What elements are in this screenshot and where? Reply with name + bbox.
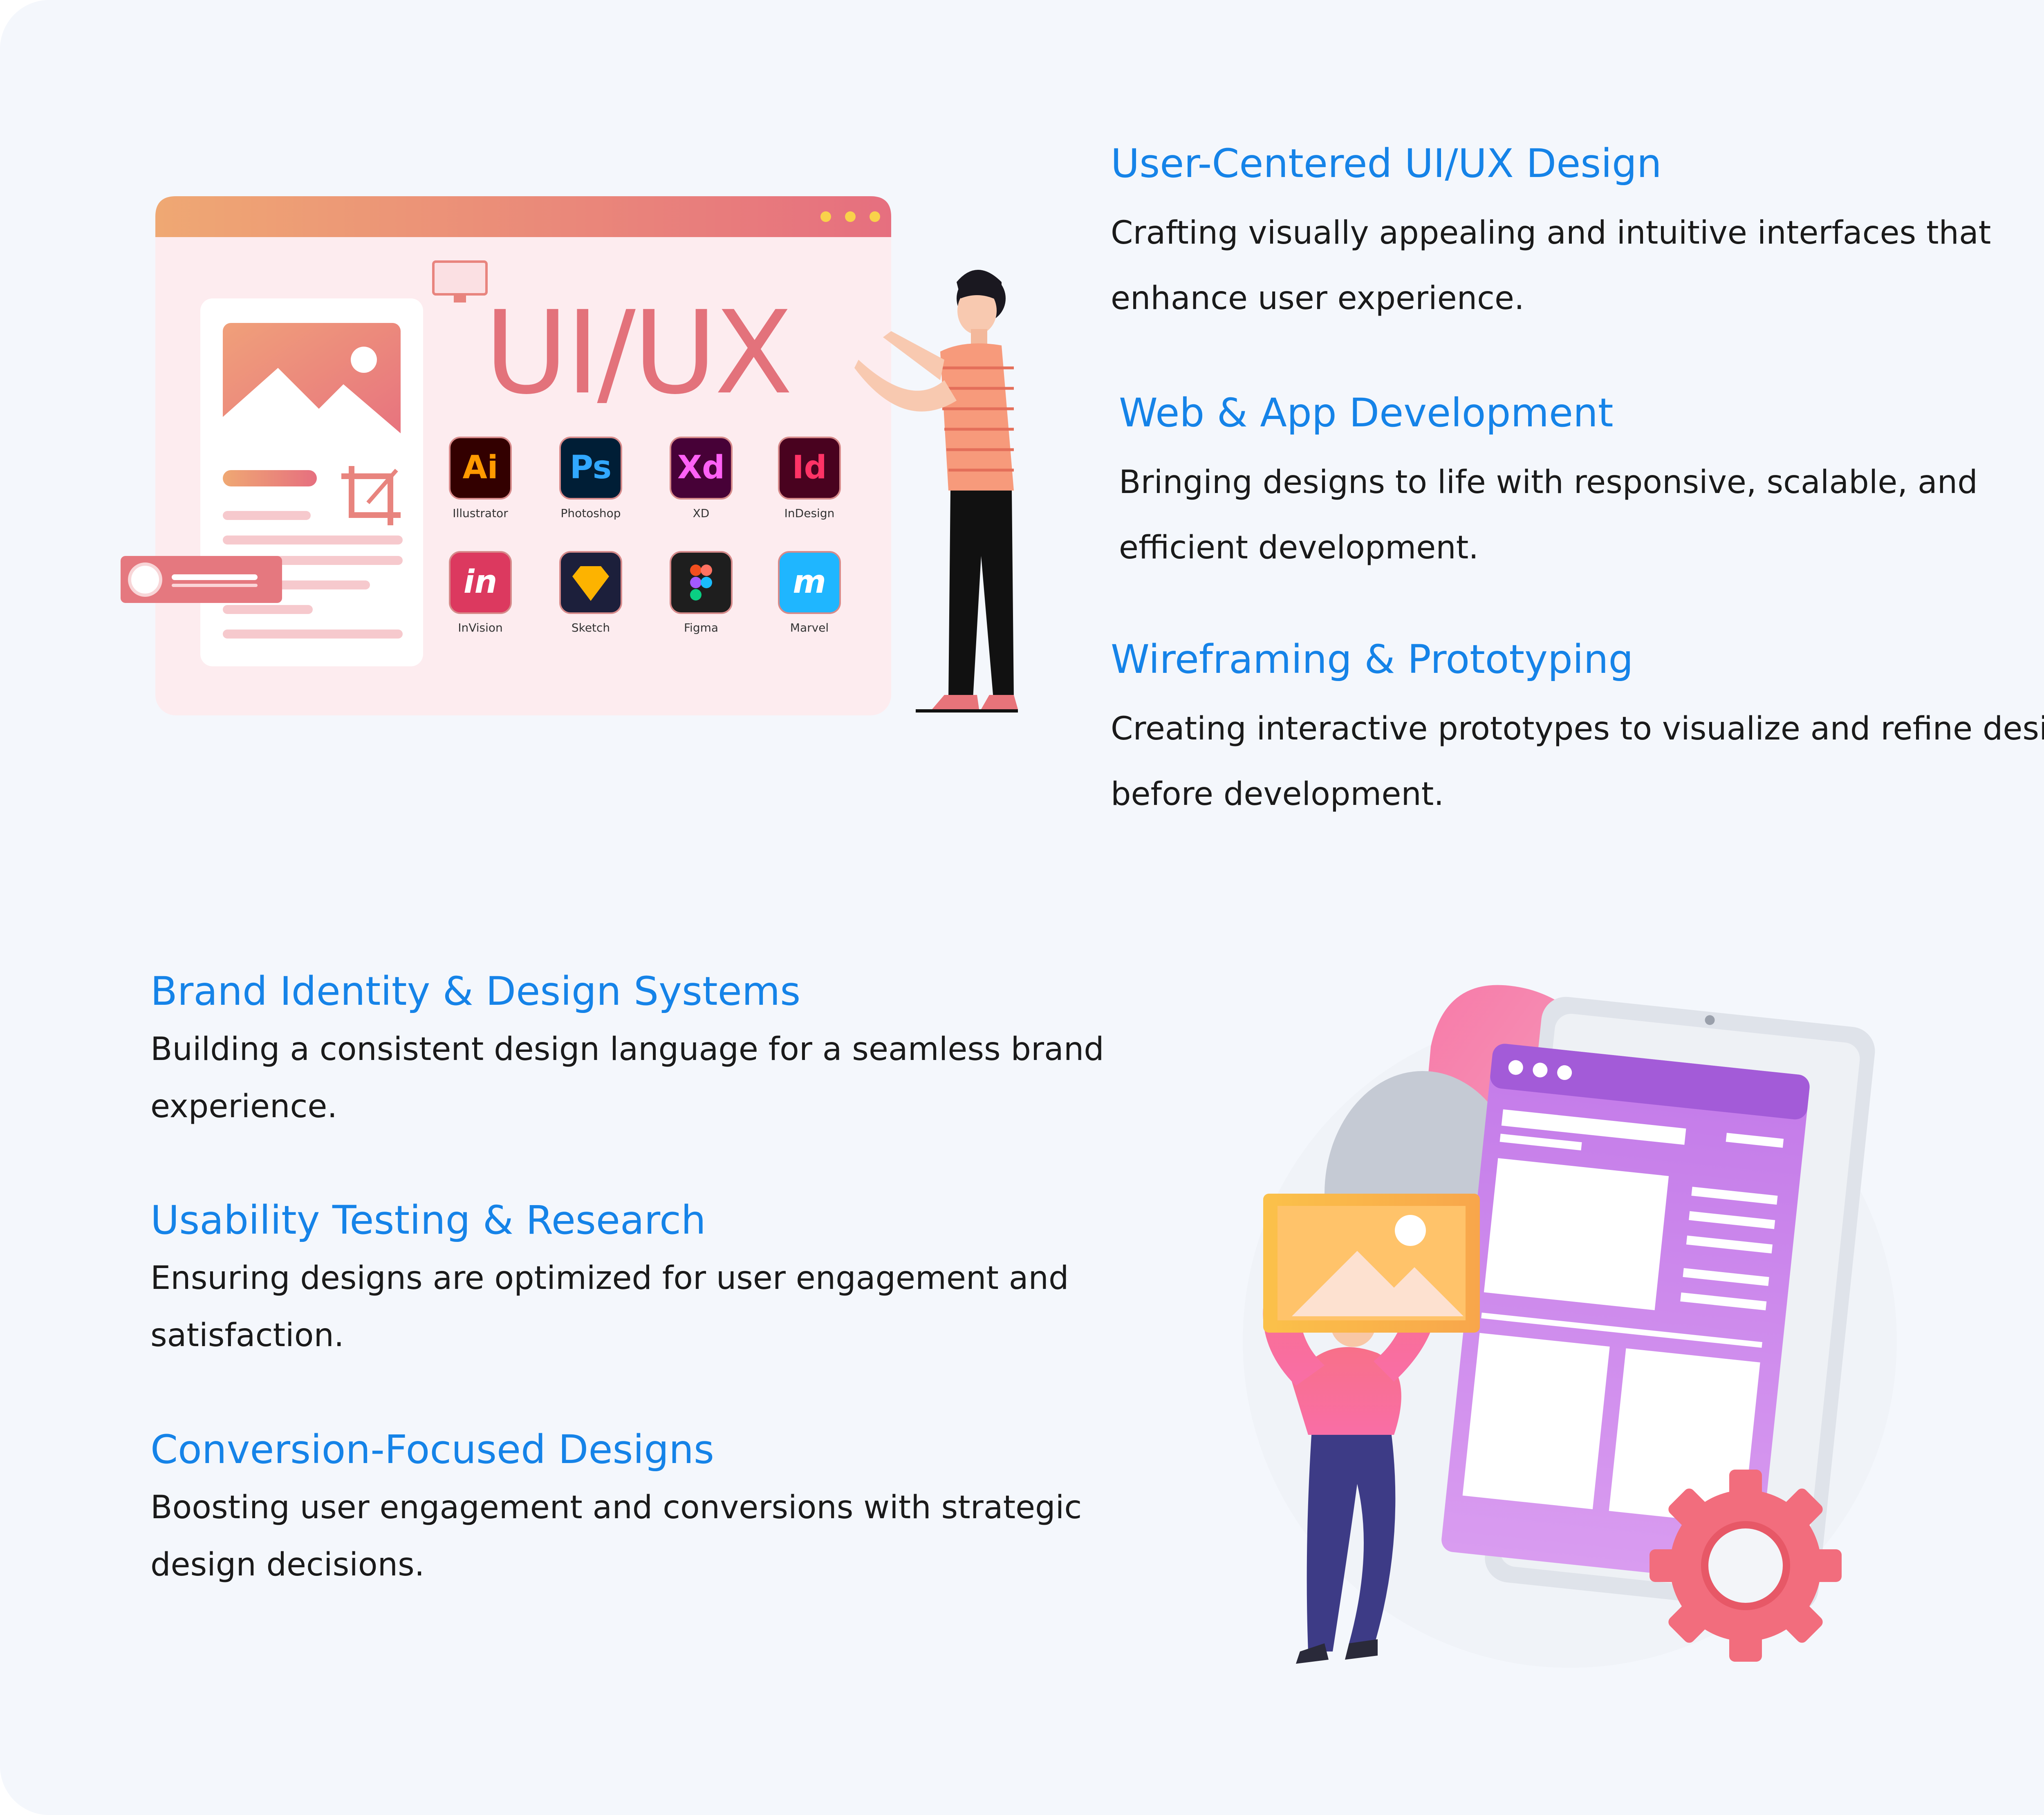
gear-icon [1650, 1470, 1842, 1662]
app-label: XD [693, 506, 710, 520]
service-brand-identity: Brand Identity & Design Systems Building… [150, 967, 1104, 1135]
app-abbr: Ps [570, 449, 612, 486]
description-line: before development. [1111, 776, 1444, 813]
app-icon-illustrator: Ai Illustrator [449, 437, 512, 520]
app-abbr: Xd [677, 449, 725, 486]
service-wireframing-prototyping: Wireframing & Prototyping Creating inter… [1111, 635, 2044, 827]
service-description: Bringing designs to life with responsive… [1119, 450, 1978, 580]
description-line: enhance user experience. [1111, 280, 1524, 317]
app-abbr: in [464, 564, 497, 601]
description-line: Crafting visually appealing and intuitiv… [1111, 215, 1991, 251]
app-abbr: m [793, 564, 826, 601]
services-card: UI/UX Ai Illustrator Ps Photoshop Xd XD Id InDe… [0, 0, 2044, 1815]
description-line: experience. [150, 1088, 338, 1125]
service-conversion-focused: Conversion-Focused Designs Boosting user… [150, 1425, 1082, 1593]
app-label: Illustrator [453, 506, 508, 520]
description-line: Building a consistent design language fo… [150, 1031, 1104, 1068]
description-line: Boosting user engagement and conversions… [150, 1489, 1082, 1526]
service-user-centered-design: User-Centered UI/UX Design Crafting visu… [1111, 139, 1991, 331]
app-abbr: Ai [462, 449, 498, 486]
browser-titlebar [155, 196, 891, 237]
slider-widget [121, 556, 282, 603]
service-description: Crafting visually appealing and intuitiv… [1111, 200, 1991, 331]
service-usability-testing: Usability Testing & Research Ensuring de… [150, 1196, 1069, 1364]
description-line: Bringing designs to life with responsive… [1119, 464, 1978, 501]
description-line: design decisions. [150, 1546, 425, 1583]
app-icon-indesign: Id InDesign [778, 437, 841, 520]
service-description: Ensuring designs are optimized for user … [150, 1250, 1069, 1364]
service-description: Boosting user engagement and conversions… [150, 1479, 1082, 1593]
app-label: InDesign [784, 506, 835, 520]
service-title: Wireframing & Prototyping [1111, 636, 1634, 682]
service-title: Conversion-Focused Designs [150, 1427, 715, 1472]
service-title: User-Centered UI/UX Design [1111, 141, 1662, 186]
app-label: Sketch [572, 621, 610, 634]
app-label: Marvel [790, 621, 829, 634]
service-title: Brand Identity & Design Systems [150, 968, 801, 1014]
description-line: efficient development. [1119, 529, 1479, 566]
description-line: Ensuring designs are optimized for user … [150, 1260, 1069, 1297]
description-line: satisfaction. [150, 1317, 344, 1354]
service-title: Web & App Development [1119, 390, 1614, 436]
uiux-heading: UI/UX [484, 287, 791, 420]
description-line: Creating interactive prototypes to visua… [1111, 710, 2044, 747]
app-design-illustration [1243, 985, 1897, 1668]
service-title: Usability Testing & Research [150, 1197, 706, 1243]
service-description: Building a consistent design language fo… [150, 1021, 1104, 1135]
uiux-design-illustration: UI/UX Ai Illustrator Ps Photoshop Xd XD Id InDe… [121, 196, 1018, 715]
app-icon-invision: in InVision [449, 551, 512, 634]
app-abbr: Id [792, 449, 827, 486]
app-label: Photoshop [560, 506, 621, 520]
app-label: InVision [458, 621, 503, 634]
app-icon-photoshop: Ps Photoshop [559, 437, 622, 520]
service-web-app-development: Web & App Development Bringing designs t… [1119, 388, 1978, 580]
app-label: Figma [684, 621, 718, 634]
service-description: Creating interactive prototypes to visua… [1111, 696, 2044, 827]
